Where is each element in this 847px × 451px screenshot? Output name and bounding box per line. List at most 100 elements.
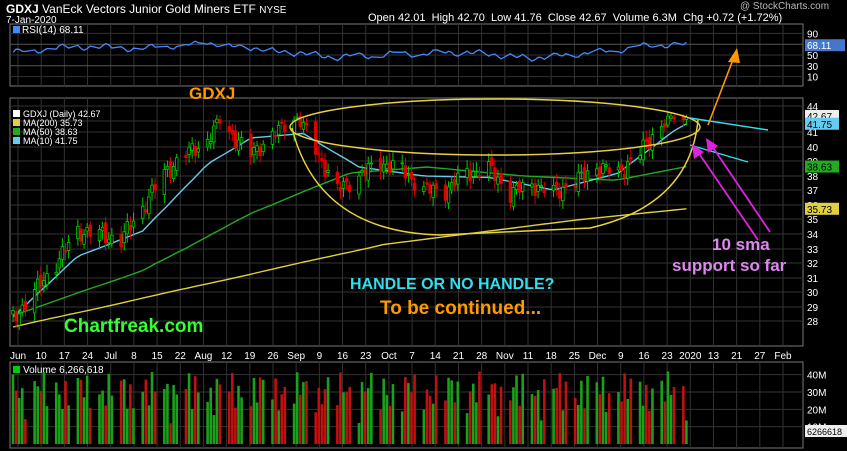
candle-body (326, 170, 330, 173)
candle-body (604, 164, 608, 167)
volume-bar (20, 388, 24, 444)
stockcharts-watermark: @ StockCharts.com (740, 1, 830, 12)
candle-body (564, 183, 568, 188)
candle-body (647, 137, 652, 149)
volume-bar (428, 395, 432, 444)
candle-body (236, 139, 241, 152)
volume-bar (98, 394, 101, 444)
candle-body (54, 271, 58, 275)
sma-arrow-2-line (697, 151, 759, 241)
volume-bar (456, 381, 460, 444)
x-tick-label: Nov (496, 351, 514, 362)
candle-body (103, 222, 108, 244)
volume-bar (292, 403, 296, 444)
volume-bar (277, 410, 280, 444)
x-tick-label: 23 (360, 351, 372, 362)
volume-bar (518, 405, 521, 444)
candle-body (465, 168, 469, 178)
candle-body (542, 188, 547, 194)
candle-body (369, 162, 374, 165)
candle-body (672, 116, 676, 120)
x-tick-label: 2020 (679, 351, 702, 362)
volume-bar (184, 389, 188, 444)
volume-bar (67, 405, 70, 444)
volume-bar (685, 420, 688, 444)
volume-bar (107, 373, 111, 444)
high-value: 42.70 (457, 12, 485, 24)
volume-bar (413, 374, 416, 444)
candle-body (622, 174, 627, 178)
candle-body (391, 160, 395, 170)
volume-tick-label: 40M (807, 371, 826, 382)
candle-body (261, 143, 265, 152)
candle-body (252, 147, 256, 156)
candle-body (638, 155, 642, 160)
volume-bar (320, 404, 324, 444)
low-value: 41.76 (514, 12, 542, 24)
candle-body (533, 183, 537, 197)
candle-body (406, 173, 411, 176)
volume-bar (586, 376, 589, 444)
volume-bar (17, 397, 21, 444)
candle-body (23, 301, 28, 311)
x-tick-label: 13 (708, 351, 720, 362)
volume-bar (33, 381, 36, 444)
volume-bar (215, 378, 219, 444)
volume-bar (227, 391, 231, 444)
candle-body (88, 224, 92, 237)
x-tick-label: 16 (638, 351, 650, 362)
candle-body (561, 186, 565, 202)
volume-bar (682, 386, 685, 444)
candle-body (57, 258, 62, 269)
volume-bar (580, 380, 583, 444)
volume-bar (666, 371, 670, 444)
volume-bar (357, 423, 361, 444)
volume-bar (187, 373, 191, 444)
volume-bar (39, 391, 43, 444)
volume-bar (382, 378, 385, 444)
candle-body (601, 163, 605, 174)
target-arrow-line (707, 56, 735, 126)
volume-bar (471, 383, 475, 444)
x-tick-label: Jul (104, 351, 117, 362)
candle-body (107, 238, 111, 244)
x-tick-label: Sep (287, 351, 305, 362)
candle-body (60, 246, 65, 260)
ma-line-MA200 (12, 208, 687, 328)
candle-body (381, 163, 386, 173)
candle-body (36, 278, 40, 293)
volume-bar (169, 423, 172, 444)
volume-bar (672, 386, 676, 444)
price-tag-text: 38.63 (807, 163, 832, 174)
volume-bar (255, 402, 259, 444)
candle-body (558, 190, 562, 199)
volume-bar (385, 395, 389, 444)
candle-body (131, 220, 136, 228)
rsi-tick-label: 30 (807, 62, 819, 73)
price-tick-label: 35 (807, 215, 819, 226)
volume-bar (45, 406, 49, 444)
x-tick-label: 26 (267, 351, 279, 362)
candle-body (119, 234, 123, 248)
price-legend-swatch (13, 137, 20, 144)
x-tick-label: 25 (569, 351, 581, 362)
x-tick-label: 14 (430, 351, 442, 362)
candle-body (468, 169, 472, 181)
x-tick-label: 10 (36, 351, 48, 362)
handle-upper-line (689, 117, 769, 131)
volume-bar (564, 381, 568, 444)
volume-bar (363, 391, 367, 444)
volume-bar (604, 412, 608, 444)
volume-bar (595, 382, 599, 444)
price-legend-swatch (13, 128, 20, 135)
volume-bar (512, 387, 515, 444)
volume-bar (11, 374, 15, 444)
volume-bar (234, 407, 237, 444)
volume-bar (348, 386, 352, 444)
x-tick-label: 28 (476, 351, 488, 362)
header-symbol: GDXJ (6, 2, 39, 16)
x-tick-label: 9 (618, 351, 624, 362)
volume-bar (271, 399, 274, 444)
volume-bar (431, 403, 435, 444)
volume-bar (212, 415, 216, 444)
